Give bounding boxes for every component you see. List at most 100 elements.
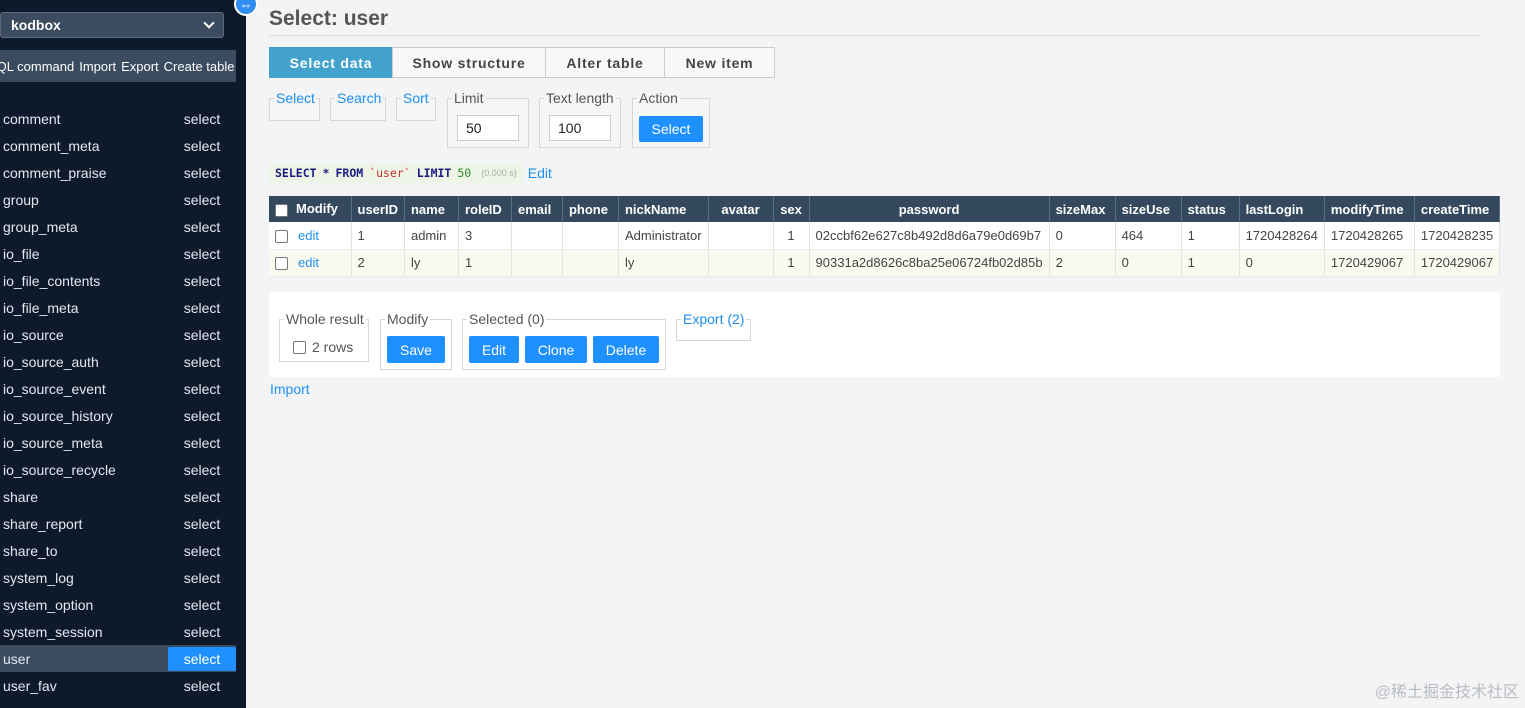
sidebar-table-select-link[interactable]: select (168, 188, 236, 212)
column-header-roleid[interactable]: roleID (458, 196, 512, 222)
sidebar-table-name[interactable]: system_log (0, 570, 74, 586)
sidebar-table-item[interactable]: io_source_auth select (0, 348, 236, 375)
limit-input[interactable]: 50 (457, 115, 519, 141)
save-button[interactable]: Save (387, 336, 445, 363)
sidebar-table-name[interactable]: io_source_recycle (0, 462, 116, 478)
sidebar-table-name[interactable]: comment_meta (0, 138, 99, 154)
sidebar-table-select-link[interactable]: select (168, 485, 236, 509)
export-link[interactable]: Export (2) (683, 311, 744, 327)
sidebar-table-name[interactable]: user_fav (0, 678, 57, 694)
sidebar-table-select-link[interactable]: select (168, 134, 236, 158)
sidebar-table-select-link[interactable]: select (168, 269, 236, 293)
column-header-sex[interactable]: sex (773, 196, 810, 222)
sidebar-table-name[interactable]: io_source (0, 327, 64, 343)
import-link-sidebar[interactable]: Import (79, 59, 116, 74)
sidebar-table-item[interactable]: io_source_recycle select (0, 456, 236, 483)
column-header-modifytime[interactable]: modifyTime (1324, 196, 1415, 222)
import-link[interactable]: Import (270, 381, 310, 397)
sidebar-table-name[interactable]: io_source_event (0, 381, 106, 397)
sidebar-table-item[interactable]: io_file_meta select (0, 294, 236, 321)
edit-button[interactable]: Edit (469, 336, 519, 363)
sidebar-table-name[interactable]: io_file_meta (0, 300, 79, 316)
column-header-phone[interactable]: phone (562, 196, 619, 222)
sidebar-table-item[interactable]: group select (0, 186, 236, 213)
sidebar-table-select-link[interactable]: select (168, 161, 236, 185)
sidebar-table-select-link[interactable]: select (168, 215, 236, 239)
sidebar-table-item[interactable]: user select (0, 645, 236, 672)
sidebar-table-select-link[interactable]: select (168, 404, 236, 428)
sidebar-table-select-link[interactable]: select (168, 107, 236, 131)
row-edit-link[interactable]: edit (298, 255, 319, 270)
column-header-password[interactable]: password (809, 196, 1050, 222)
sidebar-table-item[interactable]: system_session select (0, 618, 236, 645)
sidebar-table-select-link[interactable]: select (168, 296, 236, 320)
column-header-sizemax[interactable]: sizeMax (1049, 196, 1116, 222)
sidebar-table-select-link[interactable]: select (168, 350, 236, 374)
sidebar-table-item[interactable]: user_fav select (0, 672, 236, 699)
row-checkbox[interactable] (275, 257, 288, 271)
sidebar-table-select-link[interactable]: select (168, 431, 236, 455)
select-columns-link[interactable]: Select (276, 90, 315, 106)
clone-button[interactable]: Clone (525, 336, 587, 363)
column-header-sizeuse[interactable]: sizeUse (1115, 196, 1182, 222)
sidebar-table-select-link[interactable]: select (168, 674, 236, 698)
sidebar-table-name[interactable]: group_meta (0, 219, 78, 235)
tab-select-data[interactable]: Select data (269, 47, 393, 78)
sidebar-table-item[interactable]: share_to select (0, 537, 236, 564)
create-table-link[interactable]: Create table (164, 59, 235, 74)
select-action-button[interactable]: Select (639, 116, 703, 142)
tab-new-item[interactable]: New item (664, 47, 775, 78)
sidebar-table-select-link[interactable]: select (168, 242, 236, 266)
whole-result-checkbox[interactable] (293, 340, 306, 354)
sidebar-table-name[interactable]: comment_praise (0, 165, 107, 181)
row-checkbox[interactable] (275, 229, 288, 243)
sidebar-table-name[interactable]: io_source_meta (0, 435, 103, 451)
sidebar-table-item[interactable]: comment_praise select (0, 159, 236, 186)
column-header-userid[interactable]: userID (351, 196, 405, 222)
sidebar-table-name[interactable]: share_report (0, 516, 82, 532)
column-header-nickname[interactable]: nickName (618, 196, 709, 222)
sidebar-table-select-link[interactable]: select (168, 539, 236, 563)
select-all-checkbox[interactable] (275, 203, 288, 217)
sidebar-table-item[interactable]: system_log select (0, 564, 236, 591)
sidebar-table-item[interactable]: share select (0, 483, 236, 510)
sidebar-table-item[interactable]: system_option select (0, 591, 236, 618)
sidebar-table-item[interactable]: share_report select (0, 510, 236, 537)
sidebar-table-select-link[interactable]: select (168, 620, 236, 644)
sidebar-table-item[interactable]: io_file select (0, 240, 236, 267)
sidebar-table-select-link[interactable]: select (168, 512, 236, 536)
sidebar-table-item[interactable]: comment_meta select (0, 132, 236, 159)
row-edit-link[interactable]: edit (298, 228, 319, 243)
sidebar-table-name[interactable]: system_session (0, 624, 103, 640)
sidebar-table-name[interactable]: io_file (0, 246, 40, 262)
sidebar-table-item[interactable]: comment select (0, 105, 236, 132)
search-link[interactable]: Search (337, 90, 381, 106)
edit-query-link[interactable]: Edit (528, 165, 552, 181)
sidebar-table-name[interactable]: system_option (0, 597, 93, 613)
sidebar-table-select-link[interactable]: select (168, 566, 236, 590)
sidebar-table-item[interactable]: group_meta select (0, 213, 236, 240)
sidebar-table-name[interactable]: share_to (0, 543, 57, 559)
sidebar-table-item[interactable]: io_source_meta select (0, 429, 236, 456)
tab-alter-table[interactable]: Alter table (545, 47, 665, 78)
delete-button[interactable]: Delete (593, 336, 659, 363)
sql-command-link[interactable]: SQL command (0, 59, 74, 74)
database-select[interactable]: kodbox (0, 12, 224, 38)
column-header-name[interactable]: name (404, 196, 459, 222)
sidebar-table-name[interactable]: comment (0, 111, 61, 127)
sidebar-table-select-link[interactable]: select (168, 377, 236, 401)
sidebar-table-select-link[interactable]: select (168, 458, 236, 482)
sidebar-table-item[interactable]: io_source_event select (0, 375, 236, 402)
whole-result-toggle[interactable]: 2 rows (293, 339, 353, 355)
sort-link[interactable]: Sort (403, 90, 429, 106)
column-header-email[interactable]: email (511, 196, 563, 222)
export-link-sidebar[interactable]: Export (121, 59, 159, 74)
text-length-input[interactable]: 100 (549, 115, 611, 141)
sidebar-table-select-link[interactable]: select (168, 323, 236, 347)
tab-show-structure[interactable]: Show structure (392, 47, 546, 78)
sidebar-table-name[interactable]: share (0, 489, 38, 505)
sidebar-table-select-link[interactable]: select (168, 646, 236, 671)
column-header-status[interactable]: status (1181, 196, 1240, 222)
sidebar-table-name[interactable]: group (0, 192, 39, 208)
column-header-lastlogin[interactable]: lastLogin (1239, 196, 1325, 222)
